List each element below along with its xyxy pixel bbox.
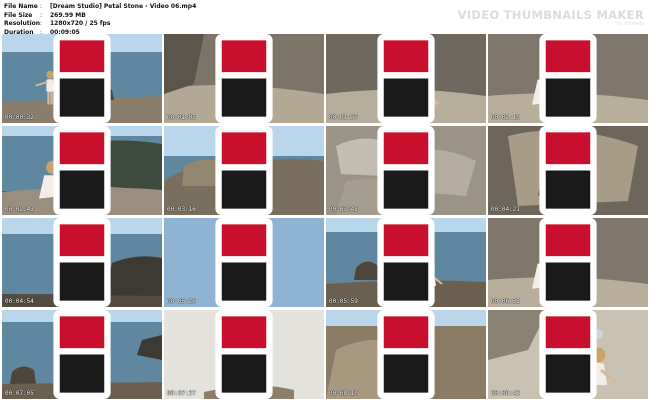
file-info-separator: : bbox=[40, 20, 43, 28]
studio-logo-icon bbox=[53, 310, 111, 399]
thumbnail-timecode: 00:01:37 bbox=[329, 114, 358, 121]
file-info-separator: : bbox=[40, 3, 43, 10]
file-info-panel: File Name: [Dream Studio] Petal Stone - V… bbox=[4, 3, 196, 37]
thumbnail-frame[interactable]: 00:00:32 bbox=[2, 34, 162, 123]
thumbnail-timecode: 00:08:43 bbox=[491, 390, 520, 397]
thumbnail-timecode: 00:07:37 bbox=[167, 390, 196, 397]
studio-logo-icon bbox=[215, 34, 273, 123]
thumbnail-timecode: 00:02:10 bbox=[491, 114, 520, 121]
studio-logo-icon bbox=[53, 34, 111, 123]
studio-logo-icon bbox=[377, 310, 435, 399]
thumbnail-frame[interactable]: 00:06:32 bbox=[488, 218, 648, 307]
file-info-row: File Name: [Dream Studio] Petal Stone - V… bbox=[4, 3, 196, 12]
studio-logo-icon bbox=[539, 34, 597, 123]
file-info-value: [Dream Studio] Petal Stone - Video 06.mp… bbox=[50, 3, 197, 10]
thumbnail-timecode: 00:01:05 bbox=[167, 114, 196, 121]
thumbnail-frame[interactable]: 00:01:05 bbox=[164, 34, 324, 123]
studio-logo-icon bbox=[539, 310, 597, 399]
thumbnail-timecode: 00:03:16 bbox=[167, 206, 196, 213]
file-info-key: File Size bbox=[4, 11, 33, 19]
studio-logo-icon bbox=[377, 218, 435, 307]
thumbnail-timecode: 00:04:54 bbox=[5, 298, 34, 305]
thumbnail-timecode: 00:04:21 bbox=[491, 206, 520, 213]
thumbnail-timecode: 00:05:59 bbox=[329, 298, 358, 305]
studio-logo-icon bbox=[53, 126, 111, 215]
thumbnail-frame[interactable]: 00:02:10 bbox=[488, 34, 648, 123]
thumbnail-frame[interactable]: 00:03:16 bbox=[164, 126, 324, 215]
studio-logo-icon bbox=[53, 218, 111, 307]
studio-logo-icon bbox=[539, 126, 597, 215]
studio-logo-icon bbox=[215, 218, 273, 307]
file-info-row: Resolution:1280x720 / 25 fps bbox=[4, 20, 196, 29]
brand-watermark-subtitle: by ahmeds bbox=[616, 21, 644, 27]
thumbnail-frame[interactable]: 00:01:37 bbox=[326, 34, 486, 123]
thumbnail-frame[interactable]: 00:04:54 bbox=[2, 218, 162, 307]
thumbnail-frame[interactable]: 00:07:05 bbox=[2, 310, 162, 399]
file-info-row: File Size:269.99 MB bbox=[4, 12, 196, 21]
thumbnail-frame[interactable]: 00:02:43 bbox=[2, 126, 162, 215]
thumbnail-timecode: 00:07:05 bbox=[5, 390, 34, 397]
thumbnail-frame[interactable]: 00:04:21 bbox=[488, 126, 648, 215]
file-info-key: Resolution bbox=[4, 20, 41, 28]
thumbnail-timecode: 00:05:26 bbox=[167, 298, 196, 305]
thumbnail-frame[interactable]: 00:07:37 bbox=[164, 310, 324, 399]
file-info-value: 269.99 MB bbox=[50, 11, 86, 19]
thumbnail-timecode: 00:08:10 bbox=[329, 390, 358, 397]
file-info-key: File Name bbox=[4, 3, 38, 10]
studio-logo-icon bbox=[377, 126, 435, 215]
thumbnail-frame[interactable]: 00:05:59 bbox=[326, 218, 486, 307]
file-info-value: 1280x720 / 25 fps bbox=[50, 20, 111, 28]
studio-logo-icon bbox=[539, 218, 597, 307]
studio-logo-icon bbox=[215, 310, 273, 399]
thumbnail-timecode: 00:06:32 bbox=[491, 298, 520, 305]
thumbnail-frame[interactable]: 00:03:48 bbox=[326, 126, 486, 215]
studio-logo-icon bbox=[377, 34, 435, 123]
file-info-separator: : bbox=[40, 11, 43, 19]
thumbnail-frame[interactable]: 00:08:10 bbox=[326, 310, 486, 399]
thumbnail-grid: 00:00:32 00:01:05 00:01:37 00:02:10 00:02:43… bbox=[2, 34, 648, 400]
thumbnail-timecode: 00:00:32 bbox=[5, 114, 34, 121]
thumbnail-frame[interactable]: 00:08:43 bbox=[488, 310, 648, 399]
brand-watermark: VIDEO THUMBNAILS MAKER bbox=[457, 8, 644, 22]
thumbnail-timecode: 00:03:48 bbox=[329, 206, 358, 213]
thumbnail-timecode: 00:02:43 bbox=[5, 206, 34, 213]
thumbnail-frame[interactable]: 00:05:26 bbox=[164, 218, 324, 307]
studio-logo-icon bbox=[215, 126, 273, 215]
